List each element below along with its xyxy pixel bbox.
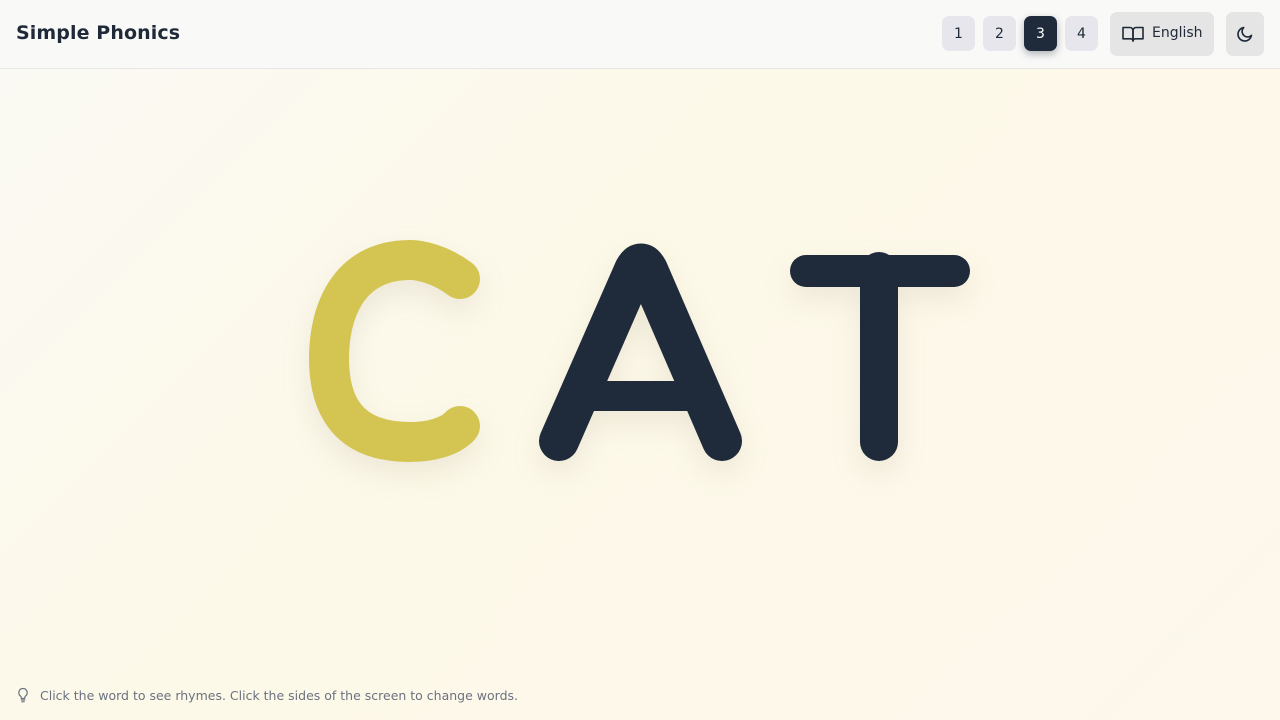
letter-c[interactable] bbox=[300, 239, 500, 476]
lightbulb-icon bbox=[18, 687, 28, 703]
hint-text: Click the word to see rhymes. Click the … bbox=[40, 687, 518, 703]
word-display[interactable]: CAT bbox=[0, 0, 1280, 720]
letter-t[interactable] bbox=[780, 242, 980, 476]
hint-bar: Click the word to see rhymes. Click the … bbox=[16, 687, 518, 703]
letter-a[interactable] bbox=[530, 242, 750, 476]
